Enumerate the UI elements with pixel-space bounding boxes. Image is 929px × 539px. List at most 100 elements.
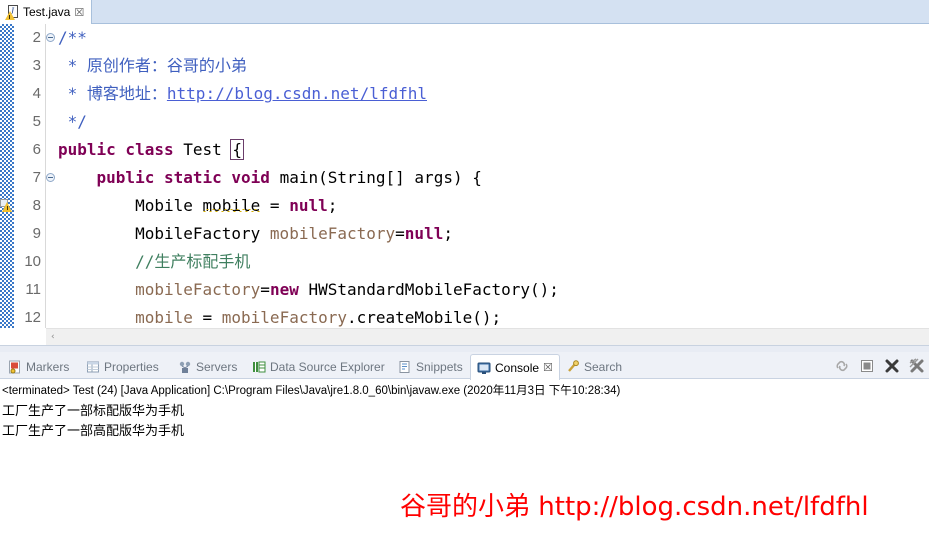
close-icon[interactable]: ☒ [74,7,84,18]
code-token: MobileFactory [58,224,270,243]
code-line[interactable]: * 原创作者：谷哥的小弟 [56,52,929,80]
view-tab-label: Markers [26,359,70,374]
remove-launch-icon[interactable] [884,358,900,374]
fold-cell[interactable] [46,24,56,52]
fold-cell [46,276,56,304]
code-token: ; [443,224,453,243]
line-number: 2 [32,29,41,46]
console-toolbar [834,355,925,377]
code-token: .createMobile(); [347,308,502,327]
code-token: = [395,224,405,243]
code-line[interactable]: MobileFactory mobileFactory=null; [56,220,929,248]
code-token: public static void [96,168,280,187]
fold-collapse-icon[interactable] [46,164,56,192]
code-line[interactable]: */ [56,108,929,136]
code-text-area[interactable]: /** * 原创作者：谷哥的小弟 * 博客地址：http://blog.csdn… [56,24,929,328]
watermark-text: 谷哥的小弟 http://blog.csdn.net/lfdfhl [400,492,869,522]
search-icon [566,359,580,374]
fold-cell [46,192,56,220]
data-source-explorer-icon [252,360,266,374]
code-token: mobileFactory [269,224,396,243]
fold-cell[interactable] [46,164,56,192]
code-token: mobile [135,308,193,327]
line-number-ruler: 2 3 4 5 6 7 8 9 10 11 12 [14,24,46,328]
editor-horizontal-scrollbar[interactable]: ‹ [46,328,929,345]
scroll-left-icon[interactable]: ‹ [51,333,55,342]
code-token: = [260,196,290,215]
code-token: new [269,280,299,299]
view-tab-label: Console [495,360,540,375]
markers-icon [8,360,22,374]
code-token: /** [58,28,87,47]
view-tab-label: Search [584,359,623,374]
fold-cell [46,80,56,108]
view-tab-servers[interactable]: Servers [172,354,243,379]
view-tab-label: Snippets [416,359,463,374]
close-icon[interactable]: ☒ [543,361,553,374]
line-number: 7 [32,169,41,186]
fold-collapse-icon[interactable] [46,24,56,52]
remove-all-terminated-icon[interactable] [909,358,925,374]
pin-console-icon[interactable] [834,358,850,374]
snippets-icon [398,360,412,374]
code-token: { [230,139,245,160]
code-token: mobileFactory [135,280,261,299]
view-tab-console[interactable]: Console ☒ [470,354,560,380]
code-line[interactable]: //生产标配手机 [56,248,929,276]
console-icon [477,361,491,375]
line-number: 6 [32,141,41,158]
code-token: null [289,196,328,215]
code-token: http://blog.csdn.net/lfdfhl [166,84,427,103]
line-number: 11 [25,281,41,298]
servers-icon [178,360,192,374]
code-line[interactable]: mobile = mobileFactory.createMobile(); [56,304,929,328]
line-number: 8 [32,197,41,214]
code-token: HWStandardMobileFactory(); [298,280,559,299]
console-status-line: <terminated> Test (24) [Java Application… [2,385,621,397]
code-token: mobileFactory [221,308,347,327]
code-token: mobile [202,196,261,215]
code-line[interactable]: /** [56,24,929,52]
warning-marker-icon[interactable] [0,199,14,213]
fold-cell [46,248,56,276]
view-tab-markers[interactable]: Markers [2,354,75,379]
view-tab-label: Data Source Explorer [270,359,385,374]
view-tab-snippets[interactable]: Snippets [392,354,469,379]
code-line[interactable]: public static void main(String[] args) { [56,164,929,192]
console-output-line: 工厂生产了一部标配版华为手机 [2,404,185,419]
code-token: Mobile [58,196,203,215]
code-token: Test [183,140,232,159]
code-token: main(String[] args) { [279,168,482,187]
code-token: * 原创作者：谷哥的小弟 [58,56,247,75]
view-tab-search[interactable]: Search [560,354,628,379]
view-tab-properties[interactable]: Properties [80,354,165,379]
line-number: 3 [32,57,41,74]
code-token: //生产标配手机 [58,252,251,271]
folding-ruler[interactable] [46,24,56,328]
code-token: */ [58,112,87,131]
line-number: 12 [24,309,41,326]
line-number: 9 [32,225,41,242]
sash-divider[interactable] [0,345,929,352]
console-output-line: 工厂生产了一部高配版华为手机 [2,424,185,439]
line-number: 4 [32,85,41,102]
annotation-ruler[interactable] [0,24,14,328]
code-token: ; [327,196,338,215]
code-line[interactable]: mobileFactory=new HWStandardMobileFactor… [56,276,929,304]
code-line[interactable]: public class Test { [56,136,929,164]
code-line[interactable]: * 博客地址：http://blog.csdn.net/lfdfhl [56,80,929,108]
fold-cell [46,136,56,164]
view-tab-data-source-explorer[interactable]: Data Source Explorer [246,354,391,379]
editor-tab-test-java[interactable]: J Test.java ☒ [0,0,93,24]
code-line[interactable]: Mobile mobile = null; [56,192,929,220]
editor-scrollbar-corner [0,328,46,345]
fold-cell [46,220,56,248]
code-editor[interactable]: 2 3 4 5 6 7 8 9 10 11 12 /** * 原创作者：谷哥的小弟 * 博客地址：h… [0,24,929,328]
fold-cell [46,52,56,80]
line-number: 10 [24,253,41,270]
terminate-icon[interactable] [859,358,875,374]
line-number: 5 [32,113,41,130]
